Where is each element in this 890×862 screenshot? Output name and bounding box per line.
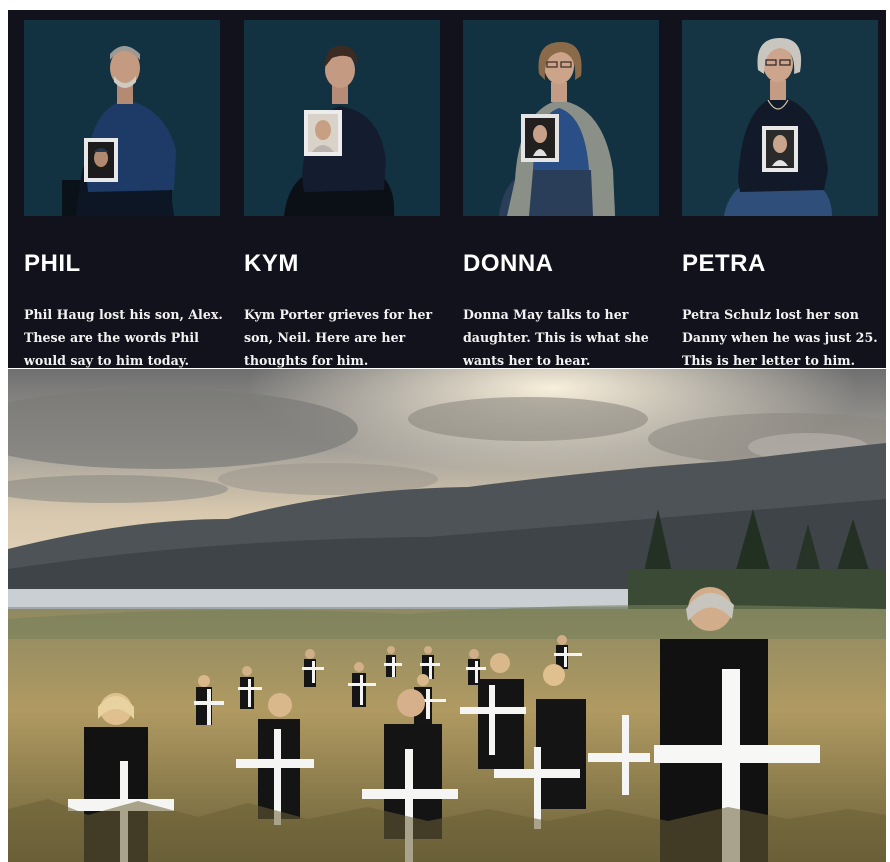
donna-photo[interactable]: [463, 20, 659, 216]
phil-portrait-icon: [24, 20, 220, 216]
phil-name[interactable]: PHIL: [24, 250, 81, 278]
kym-photo[interactable]: [244, 20, 440, 216]
phil-photo[interactable]: [24, 20, 220, 216]
petra-photo[interactable]: [682, 20, 878, 216]
petra-description[interactable]: Petra Schulz lost her son Danny when he …: [682, 303, 882, 372]
kym-name[interactable]: KYM: [244, 250, 299, 278]
petra-portrait-icon: [682, 20, 878, 216]
field-of-crosses-photo[interactable]: [8, 369, 886, 862]
petra-name[interactable]: PETRA: [682, 250, 766, 278]
story-cards-panel: PHIL Phil Haug lost his son, Alex. These…: [8, 10, 886, 368]
donna-portrait-icon: [463, 20, 659, 216]
phil-description[interactable]: Phil Haug lost his son, Alex. These are …: [24, 303, 224, 372]
donna-description[interactable]: Donna May talks to her daughter. This is…: [463, 303, 663, 372]
kym-description[interactable]: Kym Porter grieves for her son, Neil. He…: [244, 303, 444, 372]
kym-portrait-icon: [244, 20, 440, 216]
donna-name[interactable]: DONNA: [463, 250, 554, 278]
